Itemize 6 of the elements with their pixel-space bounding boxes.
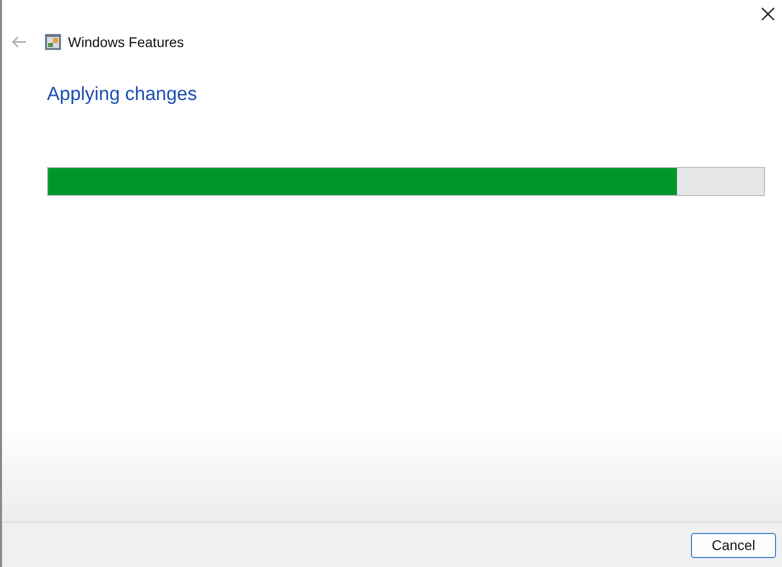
heading: Applying changes bbox=[47, 83, 197, 107]
window-features-icon bbox=[44, 33, 62, 51]
cancel-button[interactable]: Cancel bbox=[691, 532, 776, 558]
back-arrow-icon bbox=[11, 36, 27, 48]
close-icon bbox=[761, 7, 775, 21]
window-title: Windows Features bbox=[68, 32, 184, 52]
